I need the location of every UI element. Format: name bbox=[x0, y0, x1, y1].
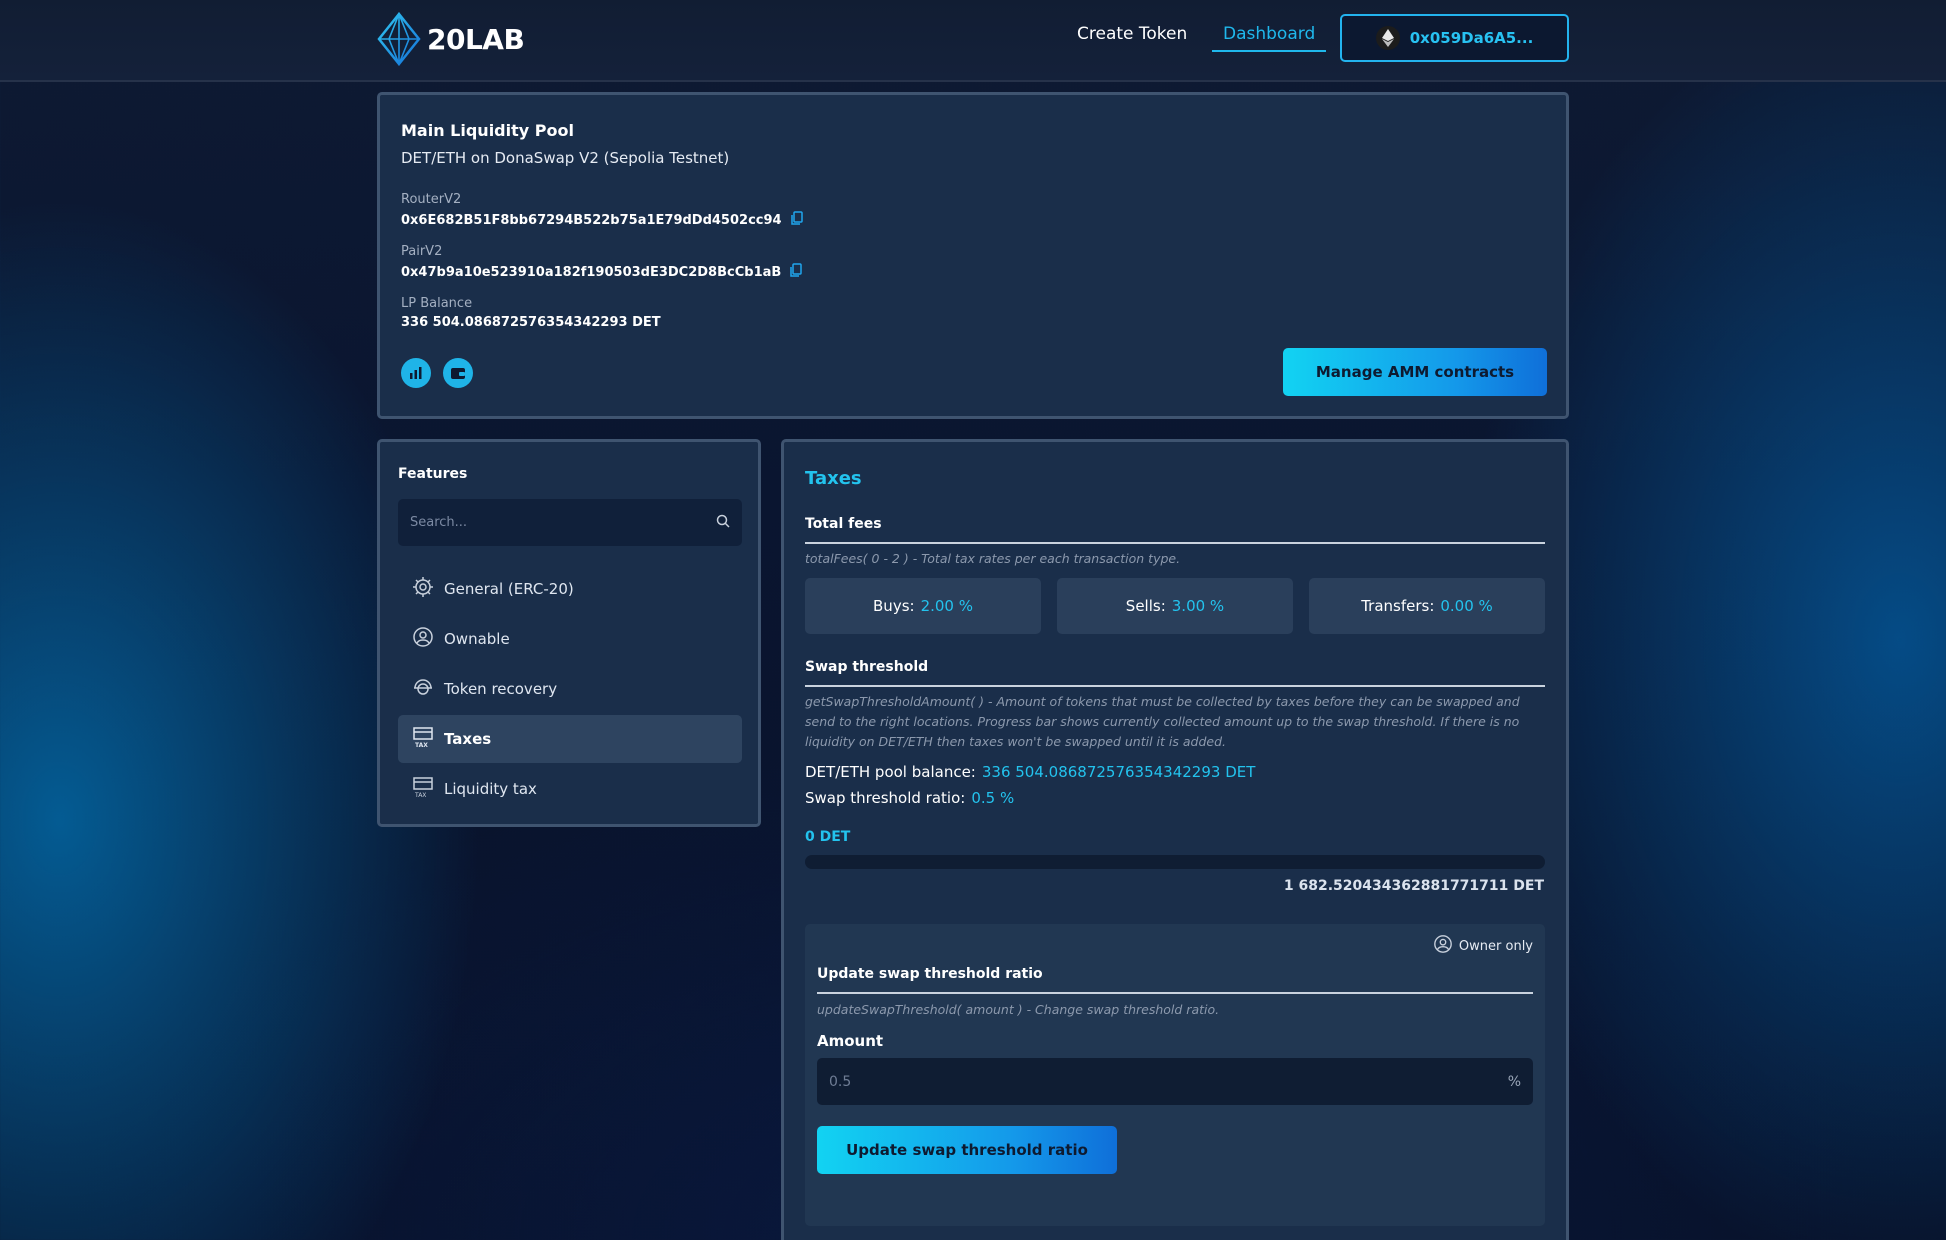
swap-threshold-title: Swap threshold bbox=[805, 659, 1545, 687]
user-circle-icon bbox=[1433, 934, 1453, 958]
pool-title: Main Liquidity Pool bbox=[401, 121, 574, 140]
update-swap-threshold-button[interactable]: Update swap threshold ratio bbox=[817, 1126, 1117, 1174]
pair-address: 0x47b9a10e523910a182f190503dE3DC2D8BcCb1… bbox=[401, 264, 782, 280]
tax-icon: TAX bbox=[412, 776, 434, 802]
pool-subtitle: DET/ETH on DonaSwap V2 (Sepolia Testnet) bbox=[401, 149, 730, 167]
fee-transfers: Transfers: 0.00 % bbox=[1309, 578, 1545, 634]
lp-balance-label: LP Balance bbox=[401, 296, 473, 311]
router-address-row: 0x6E682B51F8bb67294B522b75a1E79dDd4502cc… bbox=[401, 211, 804, 229]
pool-balance-line: DET/ETH pool balance: 336 504.0868725763… bbox=[805, 763, 1255, 781]
fee-value: 3.00 % bbox=[1171, 597, 1225, 615]
logo[interactable]: 20LAB bbox=[377, 12, 525, 66]
svg-text:TAX: TAX bbox=[415, 742, 428, 748]
ethereum-icon bbox=[1375, 26, 1400, 50]
tax-icon: TAX bbox=[412, 726, 434, 752]
fee-label: Transfers: bbox=[1361, 597, 1435, 615]
fee-value: 0.00 % bbox=[1440, 597, 1493, 615]
fee-sells: Sells: 3.00 % bbox=[1057, 578, 1293, 634]
pair-label: PairV2 bbox=[401, 244, 443, 259]
amount-placeholder: 0.5 bbox=[829, 1073, 852, 1090]
chart-icon[interactable] bbox=[401, 358, 431, 388]
search-icon bbox=[716, 513, 730, 532]
sidebar-item-label: Liquidity tax bbox=[444, 780, 537, 798]
collected-amount: 0 DET bbox=[805, 829, 851, 845]
copy-icon[interactable] bbox=[790, 211, 804, 229]
total-fees-desc: totalFees( 0 - 2 ) - Total tax rates per… bbox=[805, 551, 1181, 566]
features-title: Features bbox=[398, 466, 468, 482]
owner-only-badge: Owner only bbox=[1433, 934, 1533, 958]
fee-label: Buys: bbox=[873, 597, 915, 615]
top-navbar: 20LAB Create Token Dashboard 0x059Da6A5.… bbox=[0, 0, 1946, 82]
gear-chip-icon bbox=[412, 576, 434, 602]
svg-text:TAX: TAX bbox=[414, 792, 426, 798]
percent-unit: % bbox=[1507, 1073, 1521, 1090]
sidebar-item-label: General (ERC-20) bbox=[444, 580, 574, 598]
copy-icon[interactable] bbox=[789, 263, 803, 281]
sidebar-item-label: Token recovery bbox=[444, 680, 558, 698]
lp-balance-value: 336 504.086872576354342293 DET bbox=[401, 315, 661, 330]
swap-threshold-progress-bar bbox=[805, 855, 1545, 869]
router-address: 0x6E682B51F8bb67294B522b75a1E79dDd4502cc… bbox=[401, 212, 782, 228]
liquidity-pool-card: Main Liquidity Pool DET/ETH on DonaSwap … bbox=[377, 92, 1569, 419]
nav-dashboard[interactable]: Dashboard bbox=[1212, 24, 1327, 52]
router-label: RouterV2 bbox=[401, 192, 462, 207]
amount-label: Amount bbox=[817, 1032, 884, 1050]
pool-balance-label: DET/ETH pool balance: bbox=[805, 763, 976, 781]
wallet-button[interactable]: 0x059Da6A5... bbox=[1340, 14, 1569, 62]
logo-text: 20LAB bbox=[427, 22, 525, 56]
taxes-panel: Taxes Total fees totalFees( 0 - 2 ) - To… bbox=[781, 439, 1569, 1240]
sidebar-item-general[interactable]: General (ERC-20) bbox=[398, 565, 742, 613]
swap-ratio-line: Swap threshold ratio: 0.5 % bbox=[805, 789, 1014, 807]
sidebar-item-label: Ownable bbox=[444, 630, 510, 648]
update-swap-threshold-card: Owner only Update swap threshold ratio u… bbox=[805, 924, 1545, 1226]
threshold-max-amount: 1 682.520434362881771711 DET bbox=[1283, 878, 1544, 894]
swap-threshold-desc: getSwapThresholdAmount( ) - Amount of to… bbox=[805, 694, 1520, 749]
wallet-icon[interactable] bbox=[443, 358, 473, 388]
sidebar-item-liquidity-tax[interactable]: TAX Liquidity tax bbox=[398, 765, 742, 813]
pool-balance-value: 336 504.086872576354342293 DET bbox=[981, 763, 1256, 781]
sidebar-item-ownable[interactable]: Ownable bbox=[398, 615, 742, 663]
amount-input[interactable]: 0.5 % bbox=[817, 1058, 1533, 1105]
update-threshold-desc: updateSwapThreshold( amount ) - Change s… bbox=[817, 1002, 1220, 1017]
fee-label: Sells: bbox=[1125, 597, 1166, 615]
swap-ratio-value: 0.5 % bbox=[971, 789, 1015, 807]
owner-only-label: Owner only bbox=[1458, 938, 1533, 954]
search-placeholder: Search... bbox=[410, 515, 468, 530]
manage-amm-contracts-button[interactable]: Manage AMM contracts bbox=[1283, 348, 1547, 396]
swap-ratio-label: Swap threshold ratio: bbox=[805, 789, 966, 807]
features-sidebar: Features Search... General (ERC-20) Owna… bbox=[377, 439, 761, 827]
total-fees-title: Total fees bbox=[805, 516, 1545, 544]
sidebar-item-token-recovery[interactable]: Token recovery bbox=[398, 665, 742, 713]
logo-diamond-icon bbox=[377, 12, 421, 66]
nav-create-token[interactable]: Create Token bbox=[1077, 24, 1187, 44]
sidebar-item-taxes[interactable]: TAX Taxes bbox=[398, 715, 742, 763]
sidebar-item-label: Taxes bbox=[444, 730, 492, 748]
fee-buys: Buys: 2.00 % bbox=[805, 578, 1041, 634]
wallet-address: 0x059Da6A5... bbox=[1409, 29, 1534, 47]
taxes-title: Taxes bbox=[805, 468, 862, 489]
pair-address-row: 0x47b9a10e523910a182f190503dE3DC2D8BcCb1… bbox=[401, 263, 803, 281]
features-search-input[interactable]: Search... bbox=[398, 499, 742, 546]
update-threshold-title: Update swap threshold ratio bbox=[817, 966, 1533, 994]
rescue-icon bbox=[412, 676, 434, 702]
fee-value: 2.00 % bbox=[920, 597, 973, 615]
user-circle-icon bbox=[412, 626, 434, 652]
